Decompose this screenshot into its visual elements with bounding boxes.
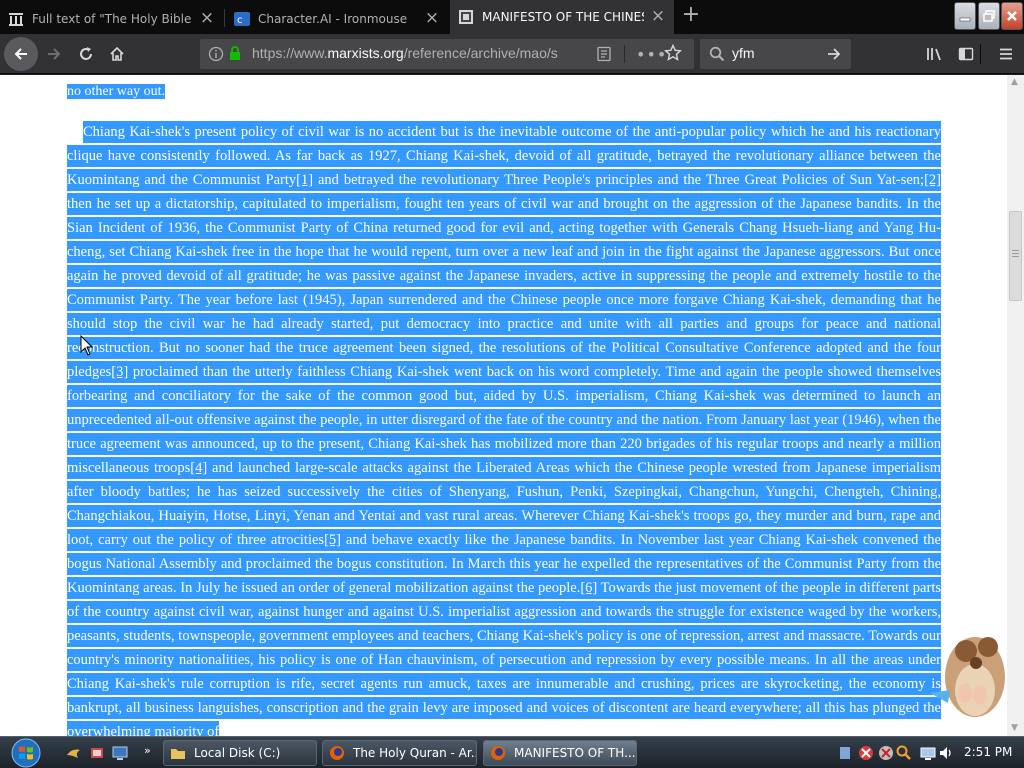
taskbar-item-label: MANIFESTO OF TH... [514,746,636,760]
reload-button[interactable] [70,38,102,70]
sidebar-icon [958,47,974,61]
close-tab-icon[interactable]: × [650,8,666,25]
tray-network-share-icon[interactable] [838,745,852,761]
vertical-scrollbar[interactable]: ▲ ▼ [1007,75,1024,736]
footnote-link[interactable]: [4] [190,457,208,479]
new-tab-button[interactable]: + [679,4,703,28]
paragraph-text-run: then he set up a dictatorship, capitulat… [67,193,941,383]
start-button[interactable] [6,737,52,768]
minimize-button[interactable] [954,2,976,30]
tray-search-icon[interactable] [896,745,912,761]
footnote-link[interactable]: [6] [580,577,598,599]
page-actions-icon[interactable]: ••• [636,45,667,64]
footnote-link[interactable]: [3] [111,361,129,383]
tab-character-ai[interactable]: c Character.AI - Ironmouse × [226,3,448,34]
urlbar-divider [624,45,625,63]
url-domain: marxists.org [327,45,404,61]
footnote-link[interactable]: [5] [324,529,341,551]
tab-title: MANIFESTO OF THE CHINESE [482,10,644,24]
taskbar: » Local Disk (C:) The Holy Quran - Ar...… [0,736,1024,768]
clock[interactable]: 2:51 PM [964,745,1012,759]
close-window-button[interactable] [1001,2,1023,30]
tab-manifesto[interactable]: MANIFESTO OF THE CHINESE × [450,0,674,34]
tab-title: Character.AI - Ironmouse [258,11,408,26]
url-text[interactable]: https://www.marxists.org/reference/archi… [252,45,588,61]
taskbar-item-holy-quran[interactable]: The Holy Quran - Ar... [322,740,477,766]
scroll-down-icon[interactable]: ▼ [1011,723,1018,733]
hamster-mascot-icon [930,637,1005,717]
search-input[interactable]: yfm [732,45,755,61]
search-icon [709,46,725,62]
library-button[interactable] [919,38,951,70]
home-icon [110,46,124,61]
quick-launch-desktop-icon[interactable] [112,745,128,761]
firefox-icon [491,746,505,760]
svg-text:c: c [237,15,243,26]
selected-text: no other way out. [67,84,165,99]
toolbar-divider [980,44,981,64]
lock-icon[interactable] [228,45,242,61]
tab-separator [224,9,225,27]
reload-icon [80,47,92,60]
close-tab-icon[interactable]: × [424,9,440,27]
tray-volume-icon[interactable] [938,745,954,761]
body-paragraph: Chiang Kai-shek's present policy of civi… [67,120,941,736]
bookmark-star-icon[interactable] [664,44,682,62]
taskbar-item-label: Local Disk (C:) [194,746,281,760]
character-ai-icon: c [234,11,250,27]
tray-network-icon[interactable] [920,745,936,761]
quick-launch-app-icon[interactable] [89,745,105,761]
tab-strip: Full text of "The Holy Bible con × c Cha… [0,0,1024,34]
close-tab-icon[interactable]: × [199,9,215,27]
taskbar-item-local-disk[interactable]: Local Disk (C:) [163,740,317,766]
tray-update-icon[interactable] [878,745,894,761]
quick-launch-bird-icon[interactable] [66,745,82,761]
marxists-icon [458,9,474,25]
search-bar[interactable]: yfm [700,39,851,69]
maximize-button[interactable] [978,2,1000,30]
windows-logo-icon [11,738,41,768]
mouse-cursor-icon [80,335,94,356]
back-button[interactable] [4,37,38,71]
tab-holy-bible[interactable]: Full text of "The Holy Bible con × [0,3,223,34]
sidebar-toggle-button[interactable] [950,38,982,70]
previous-line-text: no other way out. [67,83,165,101]
system-tray: 2:51 PM [830,737,1024,768]
quick-launch-overflow-icon[interactable]: » [144,744,151,757]
scroll-up-icon[interactable]: ▲ [1011,77,1018,87]
forward-button[interactable] [38,38,70,70]
firefox-icon [330,746,344,760]
taskbar-item-manifesto[interactable]: MANIFESTO OF TH... [483,740,637,766]
address-bar[interactable]: https://www.marxists.org/reference/archi… [200,39,694,69]
tab-title: Full text of "The Holy Bible con [32,11,193,26]
library-icon [927,48,941,61]
navigation-toolbar: https://www.marxists.org/reference/archi… [0,34,1024,74]
url-path: /reference/archive/mao/s [403,45,558,61]
footnote-link[interactable]: [1] [296,169,314,191]
scrollbar-thumb[interactable] [1009,211,1022,301]
back-arrow-icon [14,48,27,60]
paragraph-text-run: Towards the just movement of the people … [67,577,941,736]
info-icon[interactable] [208,46,224,62]
forward-arrow-icon [48,48,61,60]
taskbar-item-label: The Holy Quran - Ar... [353,746,477,760]
home-button[interactable] [101,38,133,70]
footnote-link[interactable]: [2] [924,169,941,191]
paragraph-text-run: and betrayed the revolutionary Three Peo… [313,169,925,191]
search-go-arrow-icon[interactable] [826,46,842,62]
hamburger-menu-icon [1000,48,1012,60]
menu-button[interactable] [990,38,1022,70]
folder-icon [171,749,185,759]
tray-antivirus-icon[interactable] [858,745,874,761]
reader-view-icon[interactable] [596,46,612,62]
page-content[interactable]: no other way out. Chiang Kai-shek's pres… [0,75,1024,736]
archive-icon [8,11,24,27]
url-prefix: https://www. [252,45,328,61]
